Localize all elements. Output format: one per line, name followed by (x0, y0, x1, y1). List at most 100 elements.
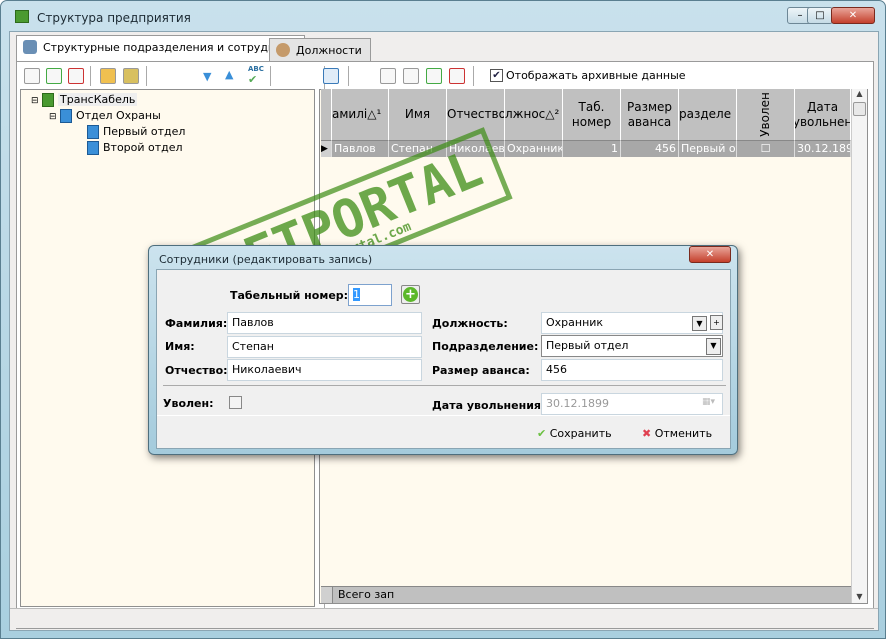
column-header-fired[interactable]: Уволен (737, 89, 795, 141)
cell-advance[interactable]: 456 (621, 141, 679, 157)
delete-record-icon[interactable] (449, 68, 465, 84)
move-folder-icon[interactable] (123, 68, 139, 84)
column-header-patronymic[interactable]: Отчество (447, 89, 505, 141)
grid-footer: Всего зап (321, 586, 851, 603)
cell-position[interactable]: Охранник (505, 141, 563, 157)
window-title: Структура предприятия (37, 11, 191, 25)
tree-node-first[interactable]: Первый отдел (87, 124, 185, 140)
fired-label: Уволен: (163, 397, 214, 410)
checkmark-icon: ✔ (537, 427, 547, 440)
app-icon (15, 10, 29, 23)
cancel-button[interactable]: ✖ Отменить (642, 427, 712, 440)
move-down-icon[interactable]: ▼ (203, 70, 211, 83)
add-icon[interactable] (46, 68, 62, 84)
divider (157, 415, 730, 416)
fired-date-label: Дата увольнения: (432, 399, 546, 412)
position-select[interactable]: Охранник ▼ (541, 312, 723, 334)
column-header-department[interactable]: разделе (679, 89, 737, 141)
record-count: Всего зап (338, 588, 395, 601)
separator (90, 66, 91, 86)
column-header-fired-date[interactable]: Дата увольнен (795, 89, 851, 141)
cell-fired-checkbox[interactable]: ☐ (737, 141, 795, 157)
department-label: Подразделение: (432, 340, 539, 353)
scroll-up-icon[interactable]: ▲ (852, 89, 867, 98)
edit-employee-dialog: Сотрудники (редактировать запись) ✕ Табе… (148, 245, 738, 455)
fired-date-picker[interactable]: 30.12.1899 ▦▾ (541, 393, 723, 415)
add-record-icon[interactable] (426, 68, 442, 84)
tree-node-root[interactable]: ⊟ ТрансКабель (31, 92, 138, 108)
divider (163, 385, 726, 386)
patronymic-input[interactable]: Николаевич (227, 359, 422, 381)
tab-positions[interactable]: Должности (269, 38, 371, 62)
status-bar (10, 608, 878, 628)
archive-checkbox[interactable]: ✔ (490, 69, 503, 82)
surname-label: Фамилия: (165, 317, 228, 330)
fired-checkbox[interactable] (229, 396, 242, 409)
column-header-name[interactable]: Имя (389, 89, 447, 141)
delete-icon[interactable] (68, 68, 84, 84)
chevron-down-icon[interactable]: ▼ (706, 338, 721, 355)
table-view-icon[interactable] (323, 68, 339, 84)
tab-structure[interactable]: Структурные подразделения и сотрудники (16, 35, 306, 62)
generate-number-button[interactable]: + (401, 285, 420, 304)
cell-tab-number[interactable]: 1 (563, 141, 621, 157)
advance-label: Размер аванса: (432, 364, 530, 377)
name-label: Имя: (165, 340, 195, 353)
column-header-tab-number[interactable]: Таб. номер (563, 89, 621, 141)
edit-record-icon[interactable] (403, 68, 419, 84)
tab-number-label: Табельный номер: (230, 289, 349, 302)
view-record-icon[interactable] (380, 68, 396, 84)
chevron-down-icon[interactable]: ▼ (692, 316, 707, 331)
cell-surname[interactable]: Павлов (332, 141, 389, 157)
maximize-button[interactable]: □ (807, 7, 833, 24)
scroll-down-icon[interactable]: ▼ (852, 592, 867, 601)
current-row-indicator: ▶ (321, 141, 332, 157)
footer-indicator (321, 587, 333, 603)
surname-input[interactable]: Павлов (227, 312, 422, 334)
separator (270, 66, 271, 86)
column-header-surname[interactable]: амилі△¹ (332, 89, 389, 141)
person-icon (276, 43, 290, 57)
open-folder-icon[interactable] (100, 68, 116, 84)
department-icon (87, 141, 99, 155)
cross-icon: ✖ (642, 427, 652, 440)
advance-input[interactable]: 456 (541, 359, 723, 381)
cell-fired-date[interactable]: 30.12.1899 (795, 141, 851, 157)
department-icon (60, 109, 73, 123)
save-button[interactable]: ✔ Сохранить (537, 427, 612, 440)
plus-circle-icon: + (403, 287, 418, 302)
dialog-title: Сотрудники (редактировать запись) (159, 253, 373, 266)
calendar-icon[interactable]: ▦▾ (702, 397, 715, 407)
contacts-icon (23, 40, 37, 54)
department-select[interactable]: Первый отдел ▼ (541, 335, 723, 357)
name-input[interactable]: Степан (227, 336, 422, 358)
grid-indicator-header (321, 89, 332, 141)
separator (146, 66, 147, 86)
tab-label: Структурные подразделения и сотрудники (43, 41, 297, 54)
cell-department[interactable]: Первый отдел (679, 141, 737, 157)
move-up-icon[interactable]: ▲ (225, 68, 233, 81)
add-position-button[interactable]: + (710, 315, 723, 330)
close-button[interactable]: ✕ (831, 7, 875, 24)
tab-label: Должности (296, 44, 362, 57)
department-icon (87, 125, 99, 139)
column-header-position[interactable]: лжнос△² (505, 89, 563, 141)
tree-node-security[interactable]: ⊟ Отдел Охраны (49, 108, 161, 124)
tree-node-second[interactable]: Второй отдел (87, 140, 183, 156)
cell-patronymic[interactable]: Николаевич (447, 141, 505, 157)
grid-vertical-scrollbar[interactable]: ▲ ▼ (851, 89, 867, 603)
cell-name[interactable]: Степан (389, 141, 447, 157)
edit-icon[interactable] (24, 68, 40, 84)
dialog-close-button[interactable]: ✕ (689, 246, 731, 263)
dialog-body: Табельный номер: 1 + Фамилия: Павлов Имя… (156, 269, 731, 449)
separator (348, 66, 349, 86)
separator (473, 66, 474, 86)
column-header-advance[interactable]: Размер аванса (621, 89, 679, 141)
org-icon (42, 93, 55, 107)
spellcheck-icon[interactable]: ABC ✔ (248, 65, 264, 86)
archive-label: Отображать архивные данные (506, 69, 686, 82)
position-label: Должность: (432, 317, 508, 330)
scroll-thumb[interactable] (853, 102, 866, 116)
patronymic-label: Отчество: (165, 364, 228, 377)
tab-number-input[interactable]: 1 (348, 284, 392, 306)
